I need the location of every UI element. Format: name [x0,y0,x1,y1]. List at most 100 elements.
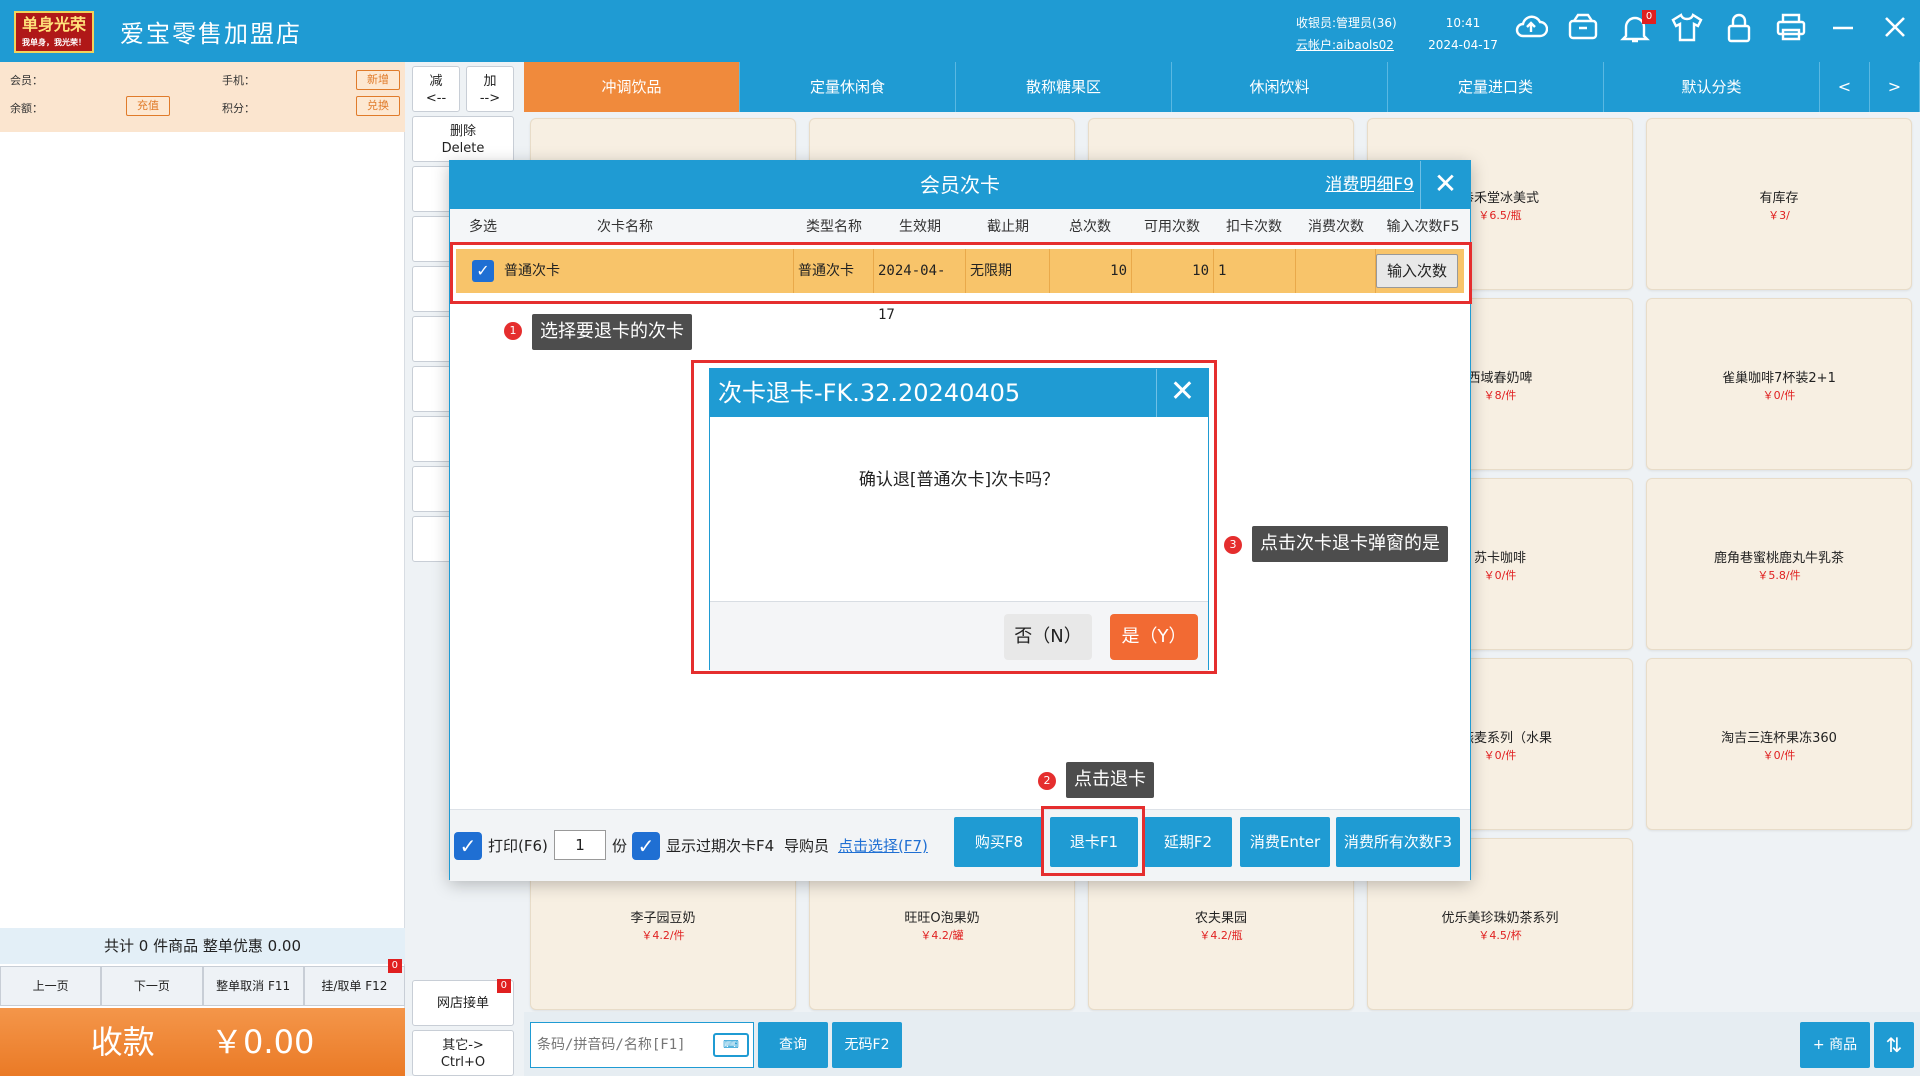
col-type-name: 类型名称 [806,219,862,235]
online-orders-button[interactable]: 网店接单 0 [412,979,514,1026]
prev-page-button[interactable]: 上一页 [0,966,102,1006]
close-icon[interactable] [1876,12,1914,50]
tab-category-4[interactable]: 休闲饮料 [1172,62,1388,112]
category-next-button[interactable]: > [1870,62,1920,112]
product-card[interactable]: 有库存 ￥3/ [1646,118,1912,290]
col-multi-select: 多选 [469,219,497,235]
online-count-badge: 0 [496,979,511,993]
annotation-tip-2: 点击退卡 [1066,762,1154,798]
confirm-close-icon[interactable]: ✕ [1156,369,1208,417]
order-summary: 共计 0 件商品 整单优惠 0.00 [0,928,405,964]
add-member-button[interactable]: 新增 [356,70,400,90]
product-price: ￥4.2/件 [641,929,685,942]
redeem-button[interactable]: 兑换 [356,96,400,116]
add-product-button[interactable]: + 商品 [1800,1022,1870,1068]
confirm-footer: 否（N） 是（Y） [710,601,1208,671]
logo-slogan: 我单身，我光荣！ [22,38,86,47]
minimize-icon[interactable] [1824,12,1862,50]
consume-all-button[interactable]: 消费所有次数F3 [1336,817,1460,867]
copies-input[interactable]: 1 [554,830,606,860]
member-label: 会员： [10,74,43,87]
cancel-order-button[interactable]: 整单取消 F11 [202,966,304,1006]
keyboard-icon[interactable]: ⌨ [713,1033,749,1057]
tab-category-6[interactable]: 默认分类 [1604,62,1820,112]
cloud-account-link[interactable]: 云帐户:aibaols02 [1296,34,1397,56]
consume-button[interactable]: 消费Enter [1240,817,1330,867]
cashier-info: 收银员:管理员(36) 云帐户:aibaols02 [1296,12,1397,56]
print-checkbox[interactable]: ✓ [454,832,482,860]
product-price: ￥0/件 [1762,389,1796,402]
annotation-tip-3: 点击次卡退卡弹窗的是 [1252,526,1448,562]
step-badge-2: 2 [1038,772,1056,790]
pay-button[interactable]: 收款 ￥0.00 [0,1008,405,1076]
col-total: 总次数 [1069,219,1111,235]
product-name: 有库存 [1759,191,1799,206]
shop-name: 爱宝零售加盟店 [120,20,302,48]
confirm-title: 次卡退卡-FK.32.20240405 [710,369,1208,417]
product-name: 雀巢咖啡7杯装2+1 [1722,371,1836,386]
lock-icon[interactable] [1720,12,1758,50]
delete-button[interactable]: 删除 Delete [412,116,514,162]
col-consumed: 消费次数 [1308,219,1364,235]
search-box: ⌨ [530,1022,754,1068]
brand-logo: 单身光荣 我单身，我光荣！ [14,11,94,53]
cash-drawer-icon[interactable] [1564,12,1602,50]
tab-category-2[interactable]: 定量休闲食 [740,62,956,112]
pay-label: 收款 [90,1023,155,1061]
logo-text: 单身光荣 [21,15,86,34]
tab-category-5[interactable]: 定量进口类 [1388,62,1604,112]
annotation-tip-1: 选择要退卡的次卡 [532,314,692,350]
show-expired-label: 显示过期次卡F4 [666,837,775,855]
extend-card-button[interactable]: 延期F2 [1144,817,1232,867]
consumption-detail-link[interactable]: 消费明细F9 [1325,161,1414,209]
confirm-no-button[interactable]: 否（N） [1004,614,1092,660]
notify-badge: 0 [1642,10,1656,24]
refund-confirm-dialog: 次卡退卡-FK.32.20240405 ✕ 确认退[普通次卡]次卡吗？ 否（N）… [709,368,1209,671]
category-prev-button[interactable]: < [1820,62,1870,112]
balance-label: 余额： [10,102,43,115]
confirm-message: 确认退[普通次卡]次卡吗？ [858,470,1060,490]
copies-unit: 份 [612,837,628,855]
other-functions-button[interactable]: 其它-> Ctrl+O [412,1030,514,1076]
printer-icon[interactable] [1772,12,1810,50]
top-bar: 单身光荣 我单身，我光荣！ 爱宝零售加盟店 收银员:管理员(36) 云帐户:ai… [0,0,1920,62]
buy-card-button[interactable]: 购买F8 [954,817,1044,867]
sort-icon[interactable]: ⇅ [1874,1022,1914,1068]
product-name: 鹿角巷蜜桃鹿丸牛乳茶 [1713,551,1844,566]
clock-date: 2024-04-17 [1428,38,1498,52]
product-card[interactable]: 雀巢咖啡7杯装2+1 ￥0/件 [1646,298,1912,470]
product-name: 旺旺O泡果奶 [904,911,980,926]
hold-order-button[interactable]: 挂/取单 F12 0 [303,959,405,1006]
product-card[interactable]: 鹿角巷蜜桃鹿丸牛乳茶 ￥5.8/件 [1646,478,1912,650]
no-barcode-button[interactable]: 无码F2 [832,1022,902,1068]
hold-order-label: 挂/取单 F12 [321,979,388,993]
tab-category-1[interactable]: 冲调饮品 [524,62,740,112]
order-panel: 会员： 手机： 新增 余额： 充值 积分： 兑换 共计 0 件商品 整单优惠 0… [0,62,405,1076]
bell-icon[interactable]: 0 [1616,10,1656,50]
step-badge-3: 3 [1224,536,1242,554]
product-price: ￥4.2/瓶 [1199,929,1243,942]
product-price: ￥5.8/件 [1757,569,1801,582]
search-input[interactable] [531,1023,711,1067]
select-guide-link[interactable]: 点击选择(F7) [838,832,928,860]
tshirt-icon[interactable] [1668,12,1706,50]
table-header: 多选 次卡名称 类型名称 生效期 截止期 总次数 可用次数 扣卡次数 消费次数 … [450,209,1470,245]
next-page-button[interactable]: 下一页 [101,966,203,1006]
order-nav: 上一页 下一页 整单取消 F11 挂/取单 F12 0 [0,959,405,1006]
product-price: ￥0/件 [1762,749,1796,762]
confirm-yes-button[interactable]: 是（Y） [1110,614,1198,660]
minus-button[interactable]: 减 <-- [412,66,460,112]
dialog-close-icon[interactable]: ✕ [1420,161,1470,209]
step-badge-1: 1 [504,322,522,340]
cloud-upload-icon[interactable] [1512,12,1550,50]
bottom-bar: ⌨ 查询 无码F2 + 商品 ⇅ [524,1012,1920,1076]
product-name: 农夫果园 [1194,911,1247,926]
product-price: ￥4.5/杯 [1478,929,1522,942]
show-expired-checkbox[interactable]: ✓ [632,832,660,860]
recharge-button[interactable]: 充值 [126,96,170,116]
query-button[interactable]: 查询 [758,1022,828,1068]
product-name: 优乐美珍珠奶茶系列 [1441,911,1559,926]
tab-category-3[interactable]: 散称糖果区 [956,62,1172,112]
product-card[interactable]: 淘吉三连杯果冻360 ￥0/件 [1646,658,1912,830]
plus-button[interactable]: 加 --> [466,66,514,112]
